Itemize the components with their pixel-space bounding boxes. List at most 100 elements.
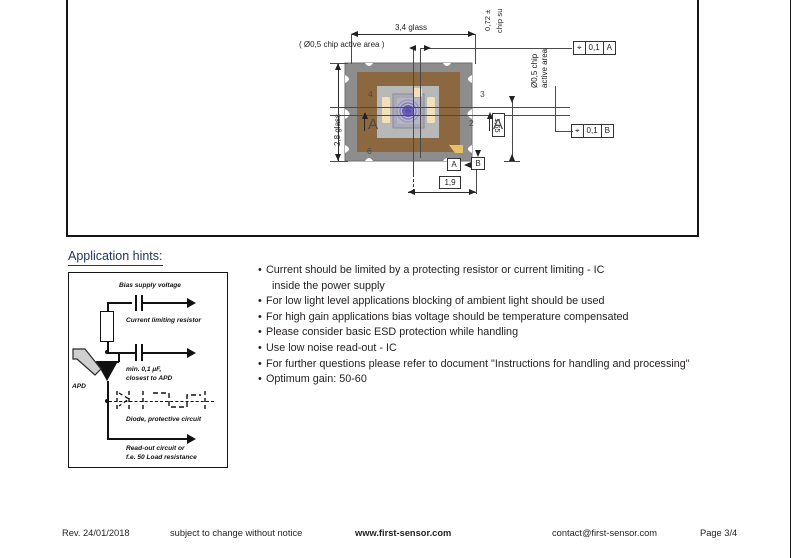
section-stem-right <box>489 119 490 131</box>
datum-box-b: B <box>471 157 485 170</box>
apd-bias-circuit-diagram: Bias supply voltage Current limiting res… <box>68 272 228 468</box>
list-item: • For further questions please refer to … <box>258 357 708 373</box>
circuit-arrow-readout <box>187 434 196 444</box>
list-item: • For high gain applications bias voltag… <box>258 310 708 326</box>
dim-line-height <box>338 63 339 161</box>
leader-to-gdt-b-riser <box>555 107 556 131</box>
dim-bottom-arrow-l <box>408 189 415 195</box>
hint-text: Please consider basic ESD protection whi… <box>266 326 519 339</box>
footer-page-number: Page 3/4 <box>700 528 738 538</box>
footer-notice: subject to change without notice <box>170 528 303 538</box>
leader-arrow-a2 <box>424 45 431 51</box>
circuit-wire-bias-right <box>143 302 189 304</box>
circuit-wire-apd-down <box>107 381 109 401</box>
bullet-marker: • <box>258 326 262 339</box>
mechanical-drawing-panel: 0,72 ± chip su 3,4 glass 2,8 glass (Ø0,… <box>66 0 699 237</box>
dim-active-area-right-1: Ø0,5 chip <box>530 53 539 88</box>
protective-circuit-symbols <box>116 391 206 409</box>
dim-arrow-up <box>335 63 341 70</box>
section-marker-left: A <box>368 116 379 133</box>
footer-revision: Rev. 24/01/2018 <box>62 528 130 538</box>
dim-glass-height: 2,8 glass <box>333 113 342 146</box>
gdt-datum-a: A <box>606 43 612 52</box>
hint-text: Use low noise read-out - IC <box>266 341 397 354</box>
bullet-marker: • <box>258 357 262 370</box>
gdt-tolerance-a: 0,1 <box>586 42 604 54</box>
ext-line-w2 <box>475 34 476 64</box>
footer-website[interactable]: www.first-sensor.com <box>355 528 451 538</box>
dim-line-width <box>351 34 475 35</box>
circuit-label-cap-1: min. 0,1 µF, <box>126 366 162 373</box>
pin-number-4: 4 <box>368 89 373 99</box>
footer-email[interactable]: contact@first-sensor.com <box>552 528 657 538</box>
gdt-symbol-a: ⌖ <box>574 42 586 54</box>
dim-glass-width: 3,4 glass <box>395 23 428 32</box>
mechanical-drawing-canvas: 0,72 ± chip su 3,4 glass 2,8 glass (Ø0,… <box>68 0 697 235</box>
center-line-horizontal-1 <box>330 107 570 108</box>
gdt-tolerance-b: 0,1 <box>584 125 602 137</box>
dim-arrow-right <box>468 31 475 37</box>
circuit-wire-readout <box>107 438 189 440</box>
circuit-label-bias: Bias supply voltage <box>119 282 181 289</box>
apd-cathode-tick <box>118 353 120 362</box>
gdt-symbol-b: ⌖ <box>572 125 584 137</box>
gdt-frame-a: ⌖ 0,1 A <box>573 41 616 55</box>
bullet-marker: • <box>258 295 262 308</box>
hint-text: Optimum gain: 50-60 <box>266 373 367 386</box>
list-item: • Optimum gain: 50-60 <box>258 372 708 388</box>
chip-surface-note: chip su <box>495 8 504 33</box>
current-limiting-resistor <box>100 311 114 342</box>
dim-chain-base <box>504 161 520 162</box>
cap-plate-1a <box>135 295 137 311</box>
dim-offset-horizontal: 1,9 <box>439 176 461 189</box>
chip-thickness-note: 0,72 ± <box>483 9 492 31</box>
gdt-frame-b: ⌖ 0,1 B <box>571 124 614 138</box>
center-line-vertical-1 <box>413 48 414 174</box>
dim-active-area-top: ( Ø0,5 chip active area ) <box>299 40 385 49</box>
circuit-wire-bias-left <box>107 302 132 304</box>
dim-chain-right <box>512 96 513 161</box>
list-item: • Please consider basic ESD protection w… <box>258 325 708 341</box>
gdt-datum-b: B <box>604 126 610 135</box>
circuit-arrow-mid <box>187 348 196 358</box>
list-item: • Current should be limited by a protect… <box>258 263 708 294</box>
leader-to-gdt-a <box>420 48 572 49</box>
dim-active-area-right-2: active area <box>540 48 549 88</box>
datum-b-arrow <box>475 150 481 157</box>
page-border-rule <box>790 0 791 558</box>
datum-a-arrow <box>464 162 471 168</box>
ext-line-h1 <box>330 63 348 64</box>
circuit-label-readout-2: f.e. 50 Load resistance <box>126 454 197 461</box>
leader-arrow-a1 <box>409 45 416 51</box>
bullet-marker: • <box>258 264 262 276</box>
circuit-arrow-bias <box>187 298 196 308</box>
dim-arrow-down <box>335 154 341 161</box>
pin-number-6: 6 <box>367 146 372 156</box>
list-item: • For low light level applications block… <box>258 294 708 310</box>
circuit-label-apd: APD <box>72 383 86 390</box>
ext-line-w1 <box>351 34 352 64</box>
application-hints-list: • Current should be limited by a protect… <box>258 263 708 388</box>
circuit-wire-mid-right <box>143 352 189 354</box>
circuit-label-cap-2: closest to APD <box>126 375 173 382</box>
bullet-marker: • <box>258 373 262 386</box>
hint-text: Current should be limited by a protectin… <box>266 264 605 292</box>
pin-number-3: 3 <box>480 89 485 99</box>
circuit-label-resistor: Current limiting resistor <box>126 317 202 324</box>
list-item: • Use low noise read-out - IC <box>258 341 708 357</box>
pin-number-2: 2 <box>469 118 474 128</box>
bullet-marker: • <box>258 341 262 354</box>
light-arrow-icon <box>72 348 102 376</box>
hint-text: For further questions please refer to do… <box>266 357 690 370</box>
hint-text: For high gain applications bias voltage … <box>266 310 629 323</box>
dim-arrow-left <box>351 31 358 37</box>
circuit-wire-mid-left <box>107 352 135 354</box>
dim-bottom-arrow-r <box>469 189 476 195</box>
circuit-label-readout-1: Read-out circuit or <box>126 445 185 452</box>
datum-box-a: A <box>447 158 461 171</box>
section-marker-right: A <box>493 116 504 133</box>
leader-to-gdt-b <box>555 131 573 132</box>
cap-plate-2a <box>135 344 137 361</box>
center-line-vertical-2 <box>420 48 421 158</box>
circuit-label-diode: Diode, protective circuit <box>126 416 202 423</box>
